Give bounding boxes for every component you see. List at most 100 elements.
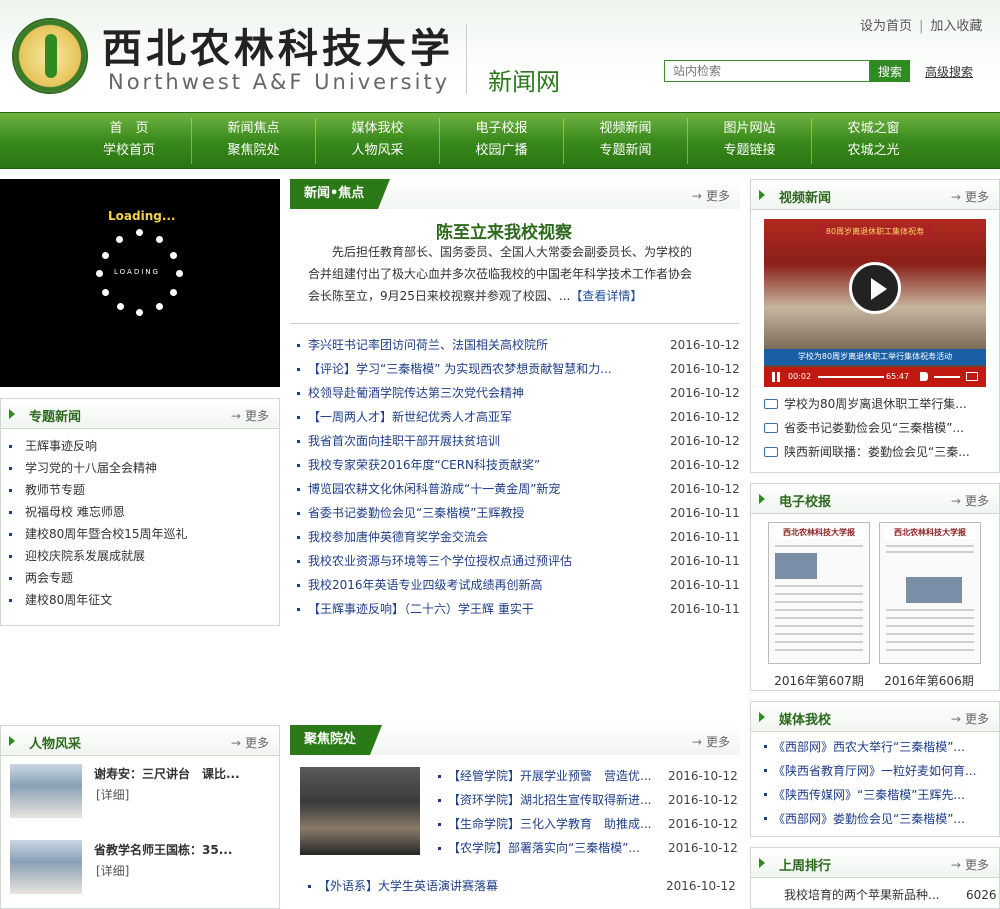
video-item-title[interactable]: 省委书记娄勤俭会见“三秦楷模”...	[784, 421, 964, 435]
epaper-thumbnail[interactable]: 西北农林科技大学报	[768, 522, 870, 664]
university-name-cn[interactable]: 西北农林科技大学	[102, 16, 454, 74]
volume-slider[interactable]	[934, 376, 960, 378]
college-news-row[interactable]: 【农学院】部署落实向“三秦楷模”... 2016-10-12	[438, 836, 738, 860]
person-name[interactable]: 省教学名师王国栋：35...	[94, 841, 232, 858]
news-title[interactable]: 【评论】学习“三秦楷模” 为实现西农梦想贡献智慧和力...	[308, 357, 648, 381]
news-row[interactable]: 我省首次面向挂职干部开展扶贫培训 2016-10-12	[296, 429, 740, 453]
fullscreen-icon[interactable]	[966, 372, 978, 381]
epaper-thumbnail[interactable]: 西北农林科技大学报	[879, 522, 981, 664]
epaper-issue-label[interactable]: 2016年第606期	[873, 672, 985, 689]
list-item[interactable]: 王辉事迹反响	[1, 435, 279, 457]
news-title[interactable]: 校领导赴葡酒学院传达第三次党代会精神	[308, 381, 648, 405]
college-news-title[interactable]: 【资环学院】湖北招生宣传取得新进...	[448, 788, 660, 812]
nav-item-home[interactable]: 首 页	[67, 118, 191, 140]
list-item[interactable]: 建校80周年暨合校15周年巡礼	[1, 523, 279, 545]
advanced-search-link[interactable]: 高级搜索	[925, 63, 973, 80]
headline-title[interactable]: 陈至立来我校视察	[290, 218, 718, 243]
epaper-issue-label[interactable]: 2016年第607期	[763, 672, 875, 689]
nav-item-photo[interactable]: 图片网站	[688, 118, 811, 140]
video-list-item[interactable]: 陕西新闻联播：娄勤俭会见“三秦...	[764, 440, 986, 464]
news-row[interactable]: 我校农业资源与环境等三个学位授权点通过预评估 2016-10-11	[296, 549, 740, 573]
media-list-item[interactable]: 《陕西省教育厅网》一粒好麦如何育...	[764, 759, 990, 783]
person-name[interactable]: 谢寿安：三尺讲台 课比...	[94, 765, 240, 782]
set-homepage-link[interactable]: 设为首页	[860, 19, 912, 34]
college-news-title[interactable]: 【生命学院】三化入学教育 助推成...	[448, 812, 660, 836]
news-title[interactable]: 我校专家荣获2016年度“CERN科技贡献奖”	[308, 453, 648, 477]
list-item[interactable]: 祝福母校 难忘师恩	[1, 501, 279, 523]
news-row[interactable]: 校领导赴葡酒学院传达第三次党代会精神 2016-10-12	[296, 381, 740, 405]
nav-item-special-links[interactable]: 专题链接	[688, 140, 811, 162]
video-list-item[interactable]: 学校为80周岁离退休职工举行集...	[764, 392, 986, 416]
ranking-row[interactable]: 我校培育的两个苹果新品种... 6026	[784, 881, 997, 909]
news-title[interactable]: 李兴旺书记率团访问荷兰、法国相关高校院所	[308, 333, 648, 357]
nav-item-radio[interactable]: 校园广播	[440, 140, 563, 162]
news-row[interactable]: 【评论】学习“三秦楷模” 为实现西农梦想贡献智慧和力... 2016-10-12	[296, 357, 740, 381]
nav-item-special[interactable]: 专题新闻	[564, 140, 687, 162]
nav-item-window[interactable]: 农城之窗	[812, 118, 935, 140]
news-row[interactable]: 我校专家荣获2016年度“CERN科技贡献奖” 2016-10-12	[296, 453, 740, 477]
slideshow-loading[interactable]: Loading... LOADING	[0, 179, 280, 387]
add-favorite-link[interactable]: 加入收藏	[930, 19, 982, 34]
volume-icon[interactable]	[920, 372, 928, 381]
news-title[interactable]: 【王辉事迹反响】（二十六）学王辉 重实干	[308, 597, 648, 621]
university-name-en[interactable]: Northwest A&F University	[108, 70, 450, 94]
video-progress-bar[interactable]	[818, 376, 884, 378]
nav-item-epaper[interactable]: 电子校报	[440, 118, 563, 140]
special-news-more-link[interactable]: 更多	[231, 407, 269, 424]
search-button[interactable]: 搜索	[870, 60, 910, 82]
news-row[interactable]: 李兴旺书记率团访问荷兰、法国相关高校院所 2016-10-12	[296, 333, 740, 357]
nav-item-people[interactable]: 人物风采	[316, 140, 439, 162]
news-title[interactable]: 省委书记娄勤俭会见“三秦楷模”王辉教授	[308, 501, 648, 525]
news-title[interactable]: 【一周两人才】新世纪优秀人才高亚军	[308, 405, 648, 429]
epaper-more-link[interactable]: 更多	[951, 492, 989, 509]
college-news-row[interactable]: 【生命学院】三化入学教育 助推成... 2016-10-12	[438, 812, 738, 836]
news-title[interactable]: 我校参加唐仲英德育奖学金交流会	[308, 525, 648, 549]
focus-news-more-link[interactable]: 更多	[692, 187, 730, 204]
video-player[interactable]: 80周岁离退休职工集体祝寿 学校为80周岁离退休职工举行集体祝寿活动 00:02…	[764, 219, 986, 387]
video-news-more-link[interactable]: 更多	[951, 188, 989, 205]
college-news-title[interactable]: 【经管学院】开展学业预警 营造优...	[448, 764, 660, 788]
site-search-input[interactable]	[664, 60, 870, 82]
college-news-row[interactable]: 【资环学院】湖北招生宣传取得新进... 2016-10-12	[438, 788, 738, 812]
media-list-item[interactable]: 《西部网》西农大举行“三秦楷模”...	[764, 735, 990, 759]
news-row[interactable]: 【王辉事迹反响】（二十六）学王辉 重实干 2016-10-11	[296, 597, 740, 621]
list-item[interactable]: 学习党的十八届全会精神	[1, 457, 279, 479]
news-row[interactable]: 我校参加唐仲英德育奖学金交流会 2016-10-11	[296, 525, 740, 549]
person-photo[interactable]	[10, 840, 82, 894]
video-item-title[interactable]: 陕西新闻联播：娄勤俭会见“三秦...	[784, 445, 970, 459]
media-list-item[interactable]: 《陕西传媒网》“三秦楷模”王辉先...	[764, 783, 990, 807]
nav-item-media[interactable]: 媒体我校	[316, 118, 439, 140]
list-item[interactable]: 迎校庆院系发展成就展	[1, 545, 279, 567]
news-row[interactable]: 【一周两人才】新世纪优秀人才高亚军 2016-10-12	[296, 405, 740, 429]
news-title[interactable]: 我省首次面向挂职干部开展扶贫培训	[308, 429, 648, 453]
nav-item-school-home[interactable]: 学校首页	[67, 140, 191, 162]
news-title[interactable]: 博览园农耕文化休闲科普游成“十一黄金周”新宠	[308, 477, 648, 501]
view-detail-link[interactable]: 【查看详情】	[570, 289, 642, 303]
news-row[interactable]: 博览园农耕文化休闲科普游成“十一黄金周”新宠 2016-10-12	[296, 477, 740, 501]
list-item[interactable]: 建校80周年征文	[1, 589, 279, 611]
person-detail-link[interactable]: [详细]	[96, 862, 129, 879]
news-row[interactable]: 我校2016年英语专业四级考试成绩再创新高 2016-10-11	[296, 573, 740, 597]
college-news-title[interactable]: 【外语系】大学生英语演讲赛落幕	[318, 874, 530, 898]
media-list-item[interactable]: 《西部网》娄勤俭会见“三秦楷模”...	[764, 807, 990, 831]
news-title[interactable]: 我校农业资源与环境等三个学位授权点通过预评估	[308, 549, 648, 573]
list-item[interactable]: 两会专题	[1, 567, 279, 589]
pause-icon[interactable]	[772, 372, 775, 382]
nav-item-college-focus[interactable]: 聚焦院处	[192, 140, 315, 162]
ranking-more-link[interactable]: 更多	[951, 856, 989, 873]
focus-news-title[interactable]: 新闻•焦点	[290, 179, 391, 209]
person-photo[interactable]	[10, 764, 82, 818]
media-more-link[interactable]: 更多	[951, 710, 989, 727]
news-row[interactable]: 省委书记娄勤俭会见“三秦楷模”王辉教授 2016-10-11	[296, 501, 740, 525]
nav-item-news-focus[interactable]: 新闻焦点	[192, 118, 315, 140]
nav-item-light[interactable]: 农城之光	[812, 140, 935, 162]
colleges-title[interactable]: 聚焦院处	[290, 725, 383, 755]
people-more-link[interactable]: 更多	[231, 734, 269, 751]
nav-item-video[interactable]: 视频新闻	[564, 118, 687, 140]
college-news-row[interactable]: 【外语系】大学生英语演讲赛落幕 2016-10-12	[308, 874, 736, 898]
person-detail-link[interactable]: [详细]	[96, 786, 129, 803]
colleges-more-link[interactable]: 更多	[692, 733, 730, 750]
college-news-row[interactable]: 【经管学院】开展学业预警 营造优... 2016-10-12	[438, 764, 738, 788]
news-title[interactable]: 我校2016年英语专业四级考试成绩再创新高	[308, 573, 648, 597]
ranking-item-title[interactable]: 我校培育的两个苹果新品种...	[784, 881, 944, 909]
